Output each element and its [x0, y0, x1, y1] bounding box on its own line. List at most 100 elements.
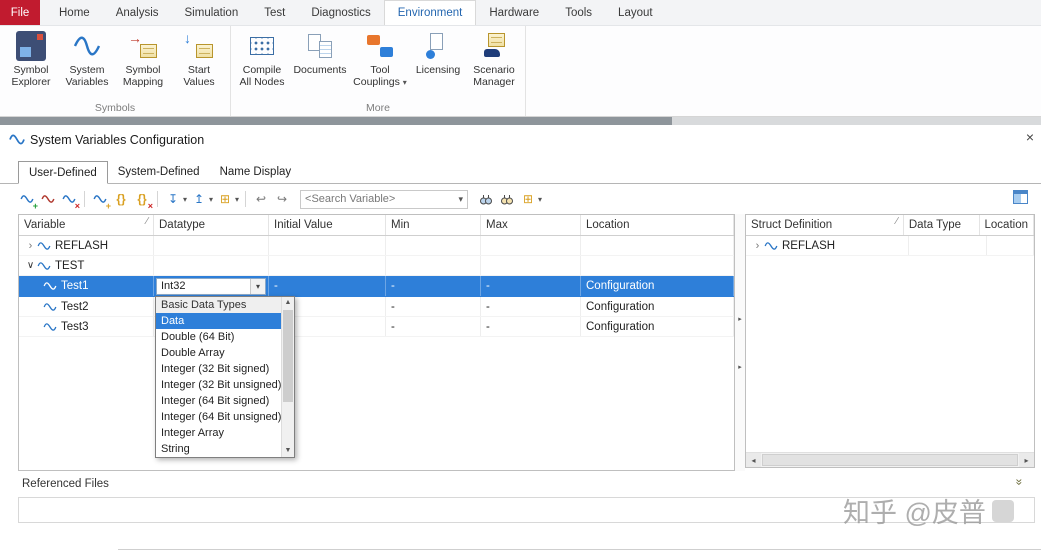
column-header-data-type[interactable]: Data Type	[904, 215, 980, 235]
collapse-section-icon[interactable]: »	[1012, 479, 1026, 486]
max-cell[interactable]: -	[481, 317, 581, 336]
start-values-button[interactable]: ↓ Start Values	[173, 30, 225, 89]
tab-simulation[interactable]: Simulation	[172, 0, 252, 25]
splitter-arrow-icon[interactable]: ▸	[738, 363, 742, 371]
button-label: Symbol Explorer	[11, 64, 51, 88]
dropdown-scrollbar[interactable]: ▲ ▼	[281, 297, 294, 457]
table-row-test2[interactable]: Test2 - - Configuration	[19, 297, 734, 317]
location-cell[interactable]: Configuration	[581, 276, 734, 296]
templates-icon[interactable]: ⊞	[216, 190, 234, 208]
datatype-combo[interactable]: Int32 ▾	[156, 277, 266, 295]
tab-environment[interactable]: Environment	[383, 0, 477, 25]
symbol-mapping-icon: →	[128, 31, 158, 61]
new-variable-icon[interactable]: +	[18, 190, 38, 211]
location-cell[interactable]: Configuration	[581, 297, 734, 316]
tab-layout[interactable]: Layout	[605, 0, 666, 25]
scenario-manager-button[interactable]: Scenario Manager	[468, 30, 520, 89]
max-cell[interactable]: -	[481, 276, 581, 296]
collapse-chevron-icon[interactable]: ∨	[24, 260, 37, 271]
initial-value-cell[interactable]: -	[269, 276, 386, 296]
import-variables-icon[interactable]: ↧	[164, 190, 182, 208]
splitter-arrow-icon[interactable]: ▸	[738, 315, 742, 323]
column-header-datatype[interactable]: Datatype	[154, 215, 269, 235]
tool-couplings-button[interactable]: Tool Couplings ▾	[352, 30, 408, 90]
scroll-down-icon[interactable]: ▼	[282, 445, 294, 457]
dropdown-item-data[interactable]: Data	[156, 313, 294, 329]
column-header-location[interactable]: Location	[581, 215, 734, 235]
find-next-icon[interactable]	[498, 190, 516, 208]
horizontal-scrollbar[interactable]: ◂ ▸	[746, 452, 1034, 467]
table-row-test3[interactable]: Test3 - - Configuration	[19, 317, 734, 337]
scroll-right-icon[interactable]: ▸	[1019, 453, 1034, 467]
tab-analysis[interactable]: Analysis	[103, 0, 172, 25]
redo-hook-icon[interactable]: ↪	[273, 190, 291, 208]
table-row-test[interactable]: ∨ TEST	[19, 256, 734, 276]
file-tab[interactable]: File	[0, 0, 40, 25]
dropdown-item-int64-unsigned[interactable]: Integer (64 Bit unsigned)	[156, 409, 294, 425]
min-cell[interactable]: -	[386, 297, 481, 316]
scroll-up-icon[interactable]: ▲	[282, 297, 294, 309]
tab-tools[interactable]: Tools	[552, 0, 605, 25]
export-menu-caret-icon[interactable]: ▾	[209, 195, 213, 204]
max-cell[interactable]: -	[481, 297, 581, 316]
min-cell[interactable]: -	[386, 317, 481, 336]
min-cell[interactable]: -	[386, 276, 481, 296]
table-row-reflash[interactable]: › REFLASH	[19, 236, 734, 256]
export-list-caret-icon[interactable]: ▾	[538, 195, 542, 204]
symbol-explorer-button[interactable]: Symbol Explorer	[5, 30, 57, 89]
scrollbar-thumb[interactable]	[283, 310, 293, 402]
import-menu-caret-icon[interactable]: ▾	[183, 195, 187, 204]
tab-diagnostics[interactable]: Diagnostics	[298, 0, 383, 25]
horizontal-splitter[interactable]	[0, 117, 1041, 125]
column-header-struct-definition[interactable]: Struct Definition ∕	[746, 215, 904, 235]
column-header-variable[interactable]: Variable ∕	[19, 215, 154, 235]
tab-hardware[interactable]: Hardware	[476, 0, 552, 25]
define-struct-icon[interactable]: {}	[112, 190, 130, 208]
tab-user-defined[interactable]: User-Defined	[18, 161, 108, 184]
export-list-icon[interactable]: ⊞	[519, 190, 537, 208]
scrollbar-thumb[interactable]	[762, 454, 1018, 466]
dropdown-item-integer-array[interactable]: Integer Array	[156, 425, 294, 441]
button-label: Documents	[293, 64, 347, 76]
dropdown-item-string[interactable]: String	[156, 441, 294, 457]
symbol-mapping-button[interactable]: → Symbol Mapping	[117, 30, 169, 89]
column-header-max[interactable]: Max	[481, 215, 581, 235]
table-row-test1-selected[interactable]: Test1 Int32 ▾ - - - Configuration	[19, 276, 734, 297]
export-variables-icon[interactable]: ↥	[190, 190, 208, 208]
close-icon[interactable]: ×	[1022, 129, 1038, 145]
add-struct-icon[interactable]: +	[91, 190, 111, 211]
templates-menu-caret-icon[interactable]: ▾	[235, 195, 239, 204]
dropdown-item-int64-signed[interactable]: Integer (64 Bit signed)	[156, 393, 294, 409]
dropdown-item-int32-unsigned[interactable]: Integer (32 Bit unsigned)	[156, 377, 294, 393]
tab-system-defined[interactable]: System-Defined	[108, 161, 210, 183]
dropdown-item-double-array[interactable]: Double Array	[156, 345, 294, 361]
tab-test[interactable]: Test	[251, 0, 298, 25]
scroll-left-icon[interactable]: ◂	[746, 453, 761, 467]
expand-chevron-icon[interactable]: ›	[751, 240, 764, 252]
compile-all-nodes-button[interactable]: Compile All Nodes	[236, 30, 288, 89]
column-header-initial-value[interactable]: Initial Value	[269, 215, 386, 235]
system-variables-button[interactable]: System Variables	[61, 30, 113, 89]
pane-splitter[interactable]: ▸ ▸	[735, 214, 745, 471]
documents-button[interactable]: Documents	[292, 30, 348, 77]
struct-row-reflash[interactable]: › REFLASH	[746, 236, 1034, 256]
column-header-location[interactable]: Location	[980, 215, 1034, 235]
undo-hook-icon[interactable]: ↩	[252, 190, 270, 208]
combo-caret-icon[interactable]: ▾	[250, 278, 265, 294]
tab-home[interactable]: Home	[46, 0, 103, 25]
tab-name-display[interactable]: Name Display	[210, 161, 302, 183]
remove-struct-icon[interactable]: {} ×	[133, 190, 153, 211]
find-icon[interactable]	[477, 190, 495, 208]
variables-grid: Variable ∕ Datatype Initial Value Min Ma…	[18, 214, 735, 471]
dropdown-item-double-64[interactable]: Double (64 Bit)	[156, 329, 294, 345]
column-header-min[interactable]: Min	[386, 215, 481, 235]
delete-variable-icon[interactable]: ×	[60, 190, 80, 211]
search-variable-combo[interactable]: <Search Variable> ▾	[300, 189, 469, 209]
search-caret-icon[interactable]: ▾	[459, 194, 464, 205]
modify-variable-icon[interactable]	[39, 190, 57, 208]
dropdown-item-int32-signed[interactable]: Integer (32 Bit signed)	[156, 361, 294, 377]
expand-chevron-icon[interactable]: ›	[24, 240, 37, 252]
column-chooser-icon[interactable]	[1013, 190, 1028, 204]
licensing-button[interactable]: Licensing	[412, 30, 464, 77]
location-cell[interactable]: Configuration	[581, 317, 734, 336]
